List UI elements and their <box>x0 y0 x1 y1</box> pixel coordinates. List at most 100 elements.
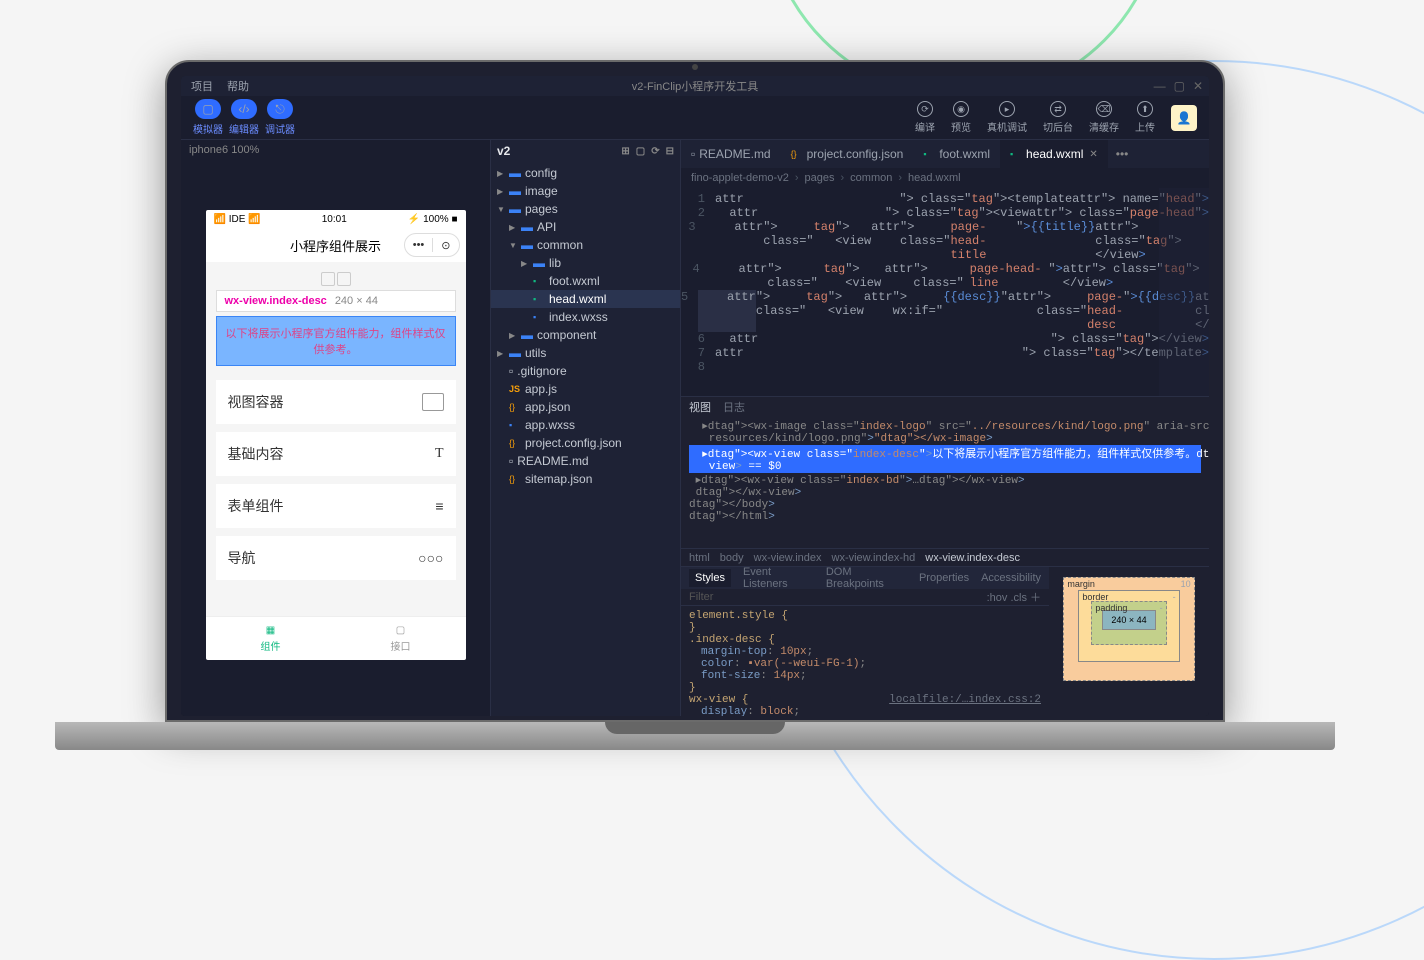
toolbar-btn-editor[interactable]: ‹/› 编辑器 <box>229 99 259 136</box>
css-rule-line[interactable]: wx-view {localfile:/…index.css:2 <box>689 694 1041 706</box>
tree-item[interactable]: {}sitemap.json <box>491 470 680 488</box>
css-rule-line[interactable]: .index-desc {</span> <box>689 634 1041 646</box>
breadcrumb-item[interactable]: head.wxml <box>908 172 961 184</box>
minimize-icon[interactable]: — <box>1154 79 1166 93</box>
dom-node[interactable]: ▸dtag"><wx-view class="index-bd">…dtag">… <box>689 473 1201 487</box>
code-line[interactable]: attr <box>715 206 885 220</box>
close-icon[interactable]: ✕ <box>1089 149 1097 160</box>
styles-tab-item[interactable]: DOM Breakpoints <box>826 566 907 590</box>
simulator-device-label[interactable]: iphone6 100% <box>181 140 490 160</box>
new-file-icon[interactable]: ⊞ <box>621 146 629 157</box>
css-rule-line[interactable]: font-size: 14px; <box>689 670 1041 682</box>
user-avatar[interactable]: 👤 <box>1171 105 1197 131</box>
styles-tab-item[interactable]: Properties <box>919 572 969 584</box>
minimap[interactable] <box>1159 188 1209 396</box>
close-icon[interactable]: ✕ <box>1193 79 1203 93</box>
explorer-header[interactable]: v2 ⊞ ▢ ⟳ ⊟ <box>491 140 680 162</box>
code-line[interactable]: attr <box>706 220 764 262</box>
tree-item[interactable]: ▶▬API <box>491 218 680 236</box>
tree-item[interactable]: ▶▬config <box>491 164 680 182</box>
dom-node[interactable]: dtag"></html> <box>689 511 1201 523</box>
tree-item[interactable]: ▼▬pages <box>491 200 680 218</box>
css-rule-line[interactable]: margin-top: 10px; <box>689 646 1041 658</box>
dom-tree[interactable]: ▸dtag"><wx-image class="index-logo" src=… <box>681 417 1209 548</box>
tree-item[interactable]: ▪head.wxml <box>491 290 680 308</box>
list-item[interactable]: 表单组件≡ <box>216 484 456 528</box>
tree-item[interactable]: ▫README.md <box>491 452 680 470</box>
tree-item[interactable]: {}app.json <box>491 398 680 416</box>
tabbar-item-api[interactable]: ▢接口 <box>336 617 466 660</box>
tree-item[interactable]: ▶▬component <box>491 326 680 344</box>
editor-tab[interactable]: {}project.config.json <box>781 140 914 168</box>
tree-item[interactable]: ▪app.wxss <box>491 416 680 434</box>
css-rule-line[interactable]: color: ▪var(--weui-FG-1); <box>689 658 1041 670</box>
code-line[interactable] <box>715 360 1209 374</box>
collapse-icon[interactable]: ⊟ <box>666 146 674 157</box>
breadcrumb-item[interactable]: common <box>850 172 892 184</box>
code-line[interactable]: attr <box>698 290 756 332</box>
refresh-icon[interactable]: ⟳ <box>651 146 659 157</box>
tree-item[interactable]: {}project.config.json <box>491 434 680 452</box>
filter-input[interactable]: Filter <box>689 591 713 603</box>
clear-cache-button[interactable]: ⌫清缓存 <box>1089 101 1119 134</box>
filter-toggles[interactable]: :hov .cls ＋ <box>987 589 1041 605</box>
tree-item[interactable]: ▶▬utils <box>491 344 680 362</box>
dom-crumb-item[interactable]: body <box>720 552 744 564</box>
css-rule-line[interactable]: } <box>689 682 1041 694</box>
dom-crumb-item[interactable]: wx-view.index-desc <box>925 552 1020 564</box>
tabs-overflow[interactable]: ••• <box>1108 147 1137 161</box>
styles-tab-item[interactable]: Accessibility <box>981 572 1041 584</box>
dom-node[interactable]: view> == $0 <box>689 461 1201 473</box>
remote-debug-button[interactable]: ▸真机调试 <box>987 101 1027 134</box>
code-line[interactable]: attr <box>715 332 1051 346</box>
compile-button[interactable]: ⟳编译 <box>915 101 935 134</box>
background-button[interactable]: ⇄切后台 <box>1043 101 1073 134</box>
toolbar-btn-debugger[interactable]: ⎋ 调试器 <box>265 99 295 136</box>
tree-item[interactable]: ▶▬lib <box>491 254 680 272</box>
styles-tab-item[interactable]: Styles <box>689 569 731 587</box>
breadcrumb-item[interactable]: pages <box>805 172 835 184</box>
devtools-tab-elements[interactable]: 视图 <box>689 399 711 415</box>
menu-help[interactable]: 帮助 <box>227 78 249 94</box>
tree-item[interactable]: ▪foot.wxml <box>491 272 680 290</box>
upload-button[interactable]: ⬆上传 <box>1135 101 1155 134</box>
toolbar-btn-simulator[interactable]: ▢ 模拟器 <box>193 99 223 136</box>
css-rules[interactable]: element.style {}.index-desc {</span>marg… <box>681 606 1049 716</box>
css-rule-line[interactable]: element.style { <box>689 610 1041 622</box>
styles-tab-item[interactable]: Event Listeners <box>743 566 814 590</box>
menu-project[interactable]: 项目 <box>191 78 213 94</box>
list-item[interactable]: 视图容器 <box>216 380 456 424</box>
editor-tab[interactable]: ▪head.wxml✕ <box>1000 140 1108 168</box>
editor-tab[interactable]: ▪foot.wxml <box>913 140 1000 168</box>
tree-item[interactable]: ▫.gitignore <box>491 362 680 380</box>
maximize-icon[interactable]: ▢ <box>1174 79 1185 93</box>
dom-crumb-item[interactable]: wx-view.index <box>754 552 822 564</box>
tree-item[interactable]: JSapp.js <box>491 380 680 398</box>
code-line[interactable]: attr <box>710 262 768 290</box>
capsule-button[interactable]: ••• ⊙ <box>404 233 460 257</box>
dom-crumb-item[interactable]: html <box>689 552 710 564</box>
preview-button[interactable]: ◉预览 <box>951 101 971 134</box>
dom-node[interactable]: ▸dtag"><wx-image class="index-logo" src=… <box>689 419 1201 433</box>
inspected-element[interactable]: 以下将展示小程序官方组件能力，组件样式仅供参考。 <box>216 316 456 366</box>
tabbar-item-components[interactable]: ▦组件 <box>206 617 336 660</box>
breadcrumb-item[interactable]: fino-applet-demo-v2 <box>691 172 789 184</box>
dom-node[interactable]: dtag"></body> <box>689 499 1201 511</box>
code-line[interactable]: attr <box>715 346 1022 360</box>
new-folder-icon[interactable]: ▢ <box>636 146 645 157</box>
list-item[interactable]: 基础内容T <box>216 432 456 476</box>
dom-node[interactable]: resources/kind/logo.png">"dtag"></wx-ima… <box>689 433 1201 445</box>
editor-tab[interactable]: ▫README.md <box>681 140 781 168</box>
dom-node[interactable]: ▸dtag"><wx-view class="index-desc">以下将展示… <box>689 445 1201 461</box>
tree-item[interactable]: ▪index.wxss <box>491 308 680 326</box>
css-rule-line[interactable]: } <box>689 622 1041 634</box>
code-editor[interactable]: 1attr"> class="tag"><templateattr"> name… <box>681 188 1209 396</box>
tree-item[interactable]: ▶▬image <box>491 182 680 200</box>
list-item[interactable]: 导航○○○ <box>216 536 456 580</box>
tree-item[interactable]: ▼▬common <box>491 236 680 254</box>
css-rule-line[interactable]: display: block; <box>689 706 1041 716</box>
devtools-tab-console[interactable]: 日志 <box>723 399 745 415</box>
dom-node[interactable]: dtag"></wx-view> <box>689 487 1201 499</box>
dom-crumb-item[interactable]: wx-view.index-hd <box>832 552 916 564</box>
code-line[interactable]: attr <box>715 192 899 206</box>
